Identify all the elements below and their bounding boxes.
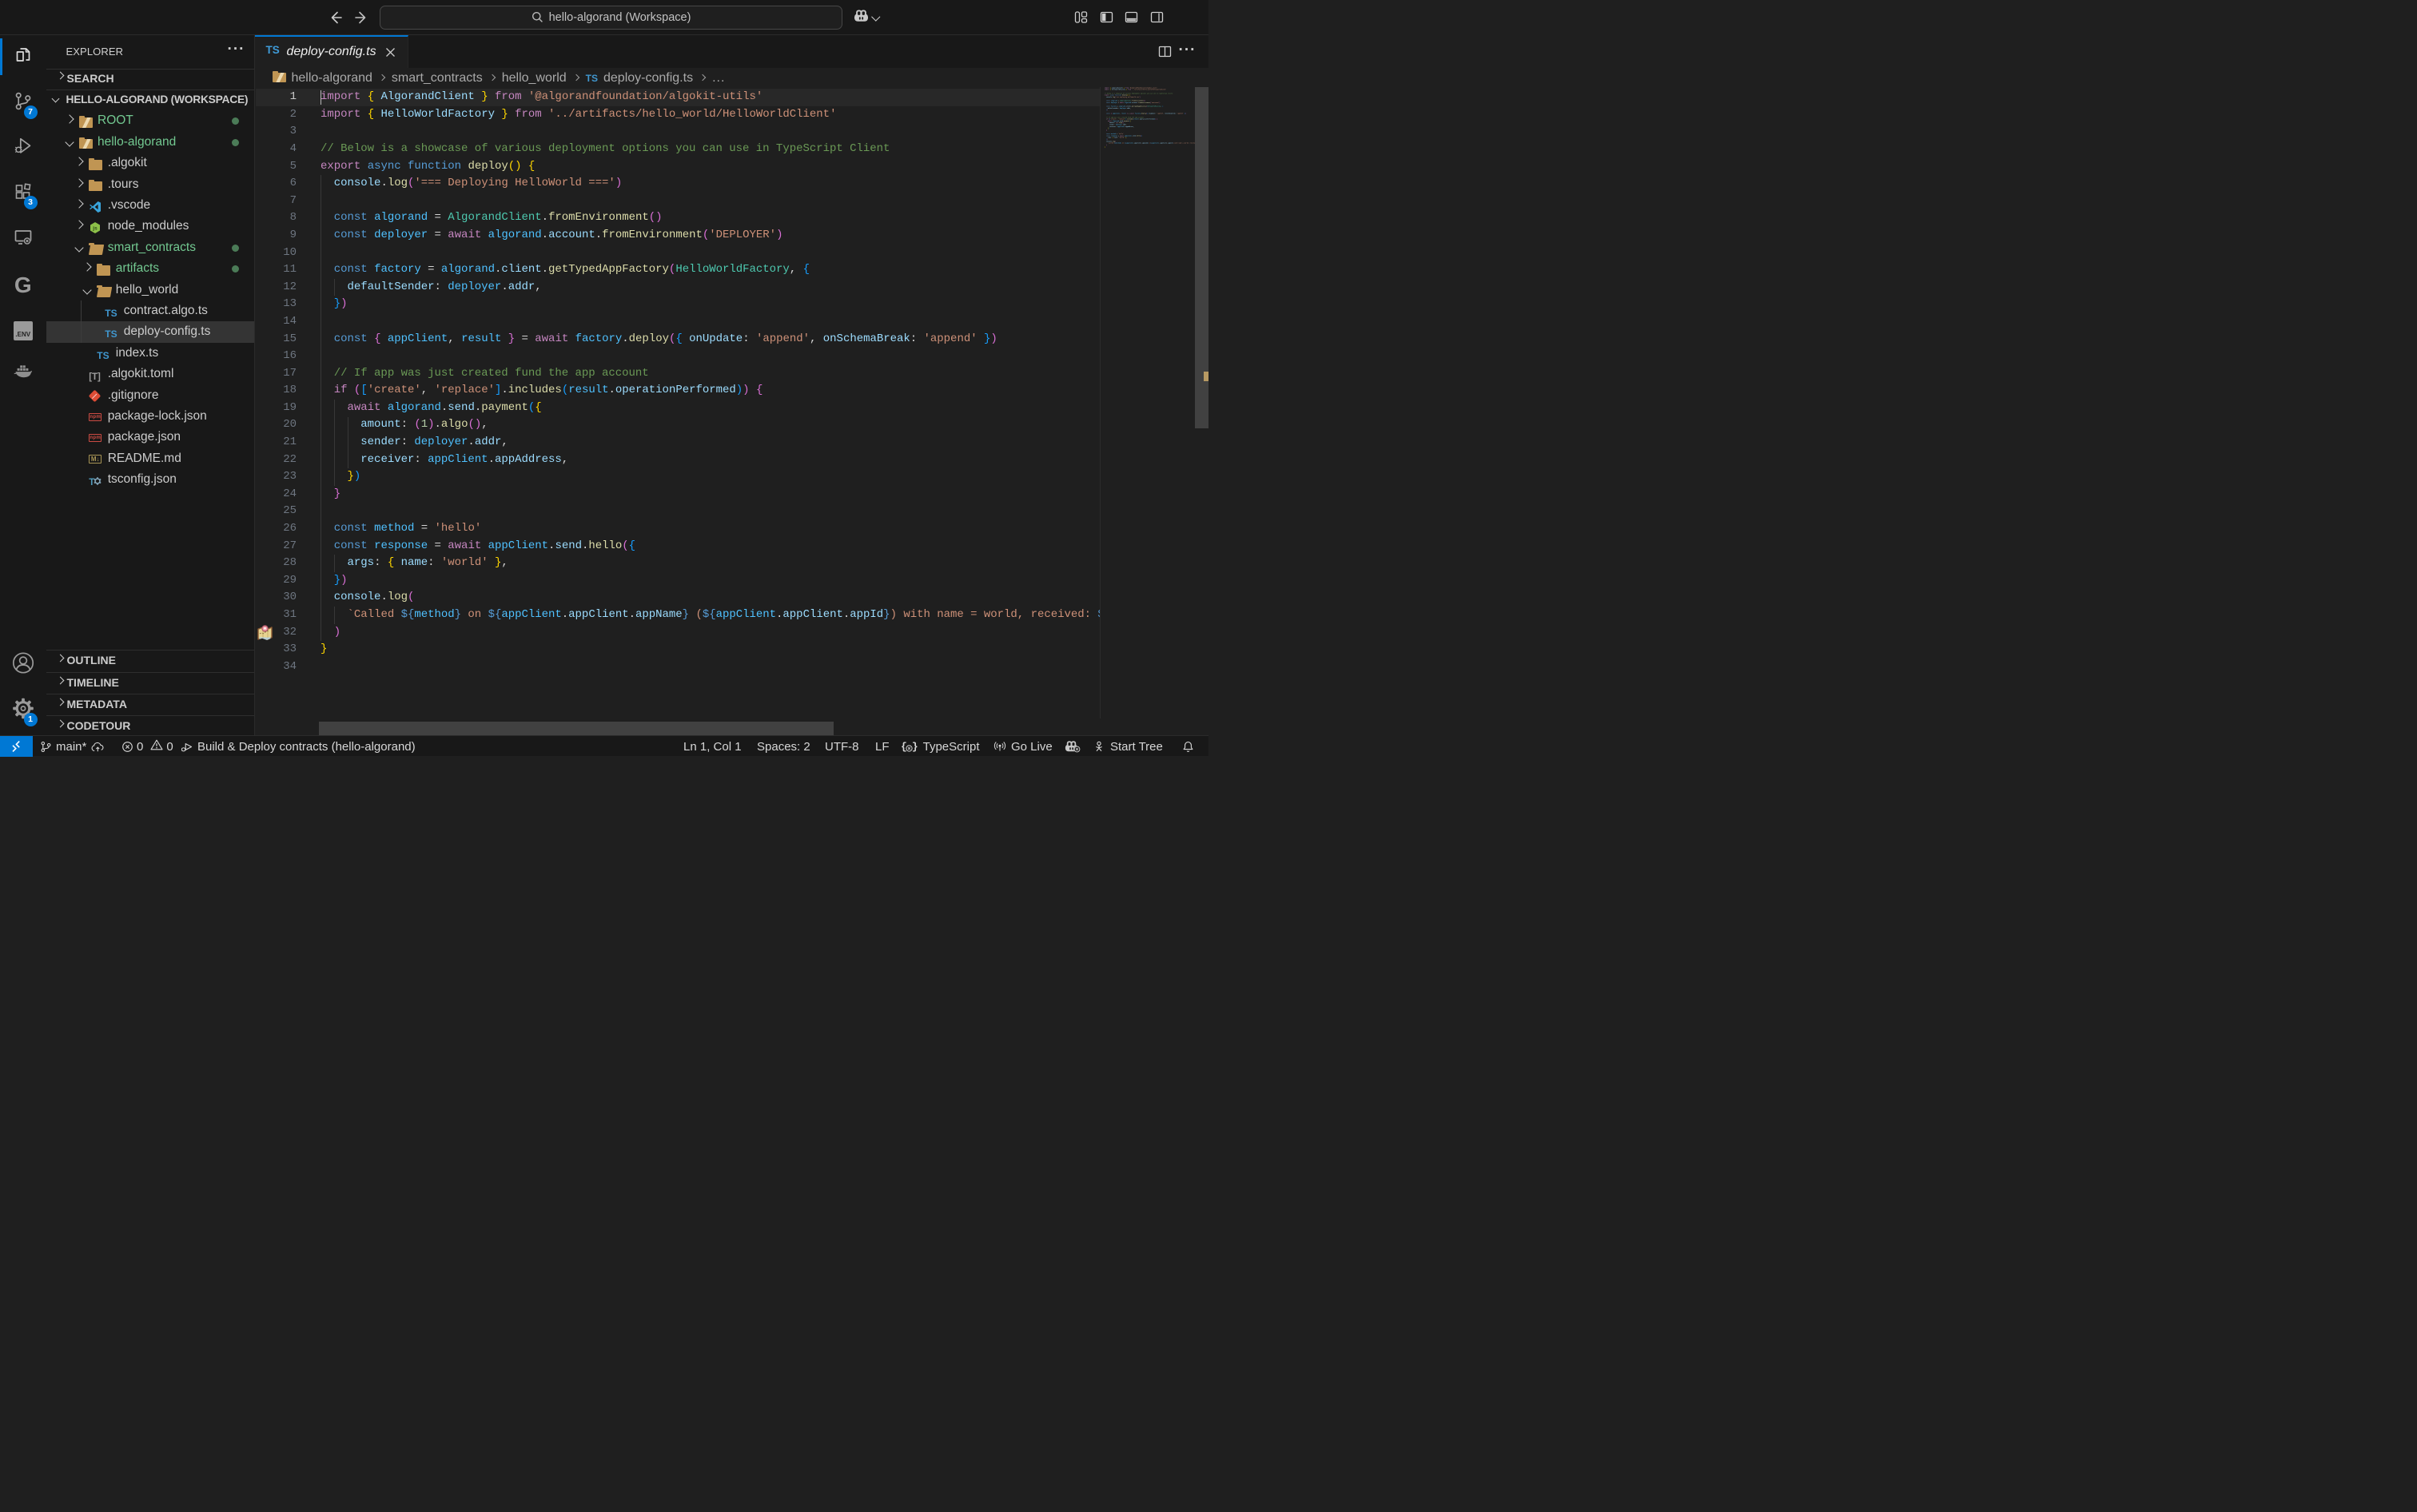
svg-text:js: js xyxy=(92,226,98,232)
